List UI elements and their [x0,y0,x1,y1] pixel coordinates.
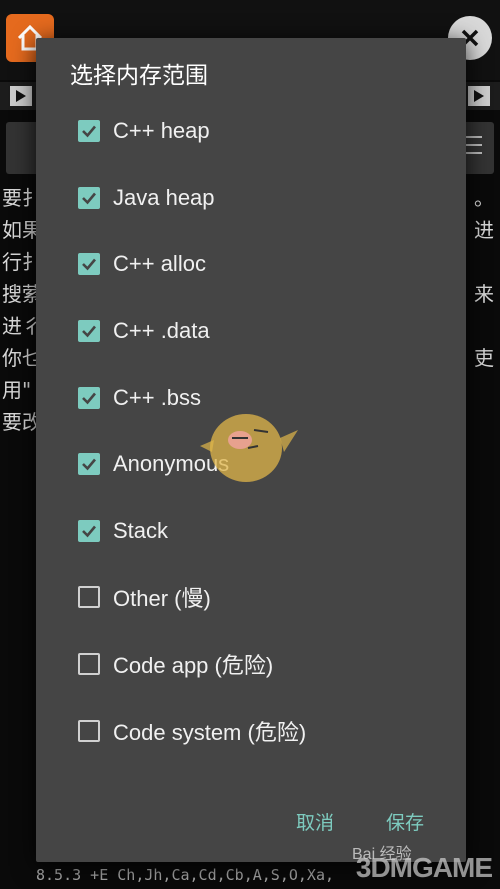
play-right-button[interactable] [468,86,490,106]
play-icon [474,90,484,102]
option-java-heap[interactable]: Java heap [36,165,466,232]
save-button[interactable]: 保存 [386,808,424,835]
checkbox-unchecked[interactable] [78,586,100,609]
check-icon [82,458,96,471]
checkbox-checked[interactable] [78,120,100,143]
3dm-watermark: 3DMGAME [355,852,493,883]
play-icon [16,90,26,102]
checkbox-checked[interactable] [78,386,100,409]
check-icon [82,525,96,538]
option-stack[interactable]: Stack [36,498,466,565]
option-label: Other (慢) [113,586,211,612]
mascot-watermark-icon [200,414,298,482]
checkbox-checked[interactable] [78,253,100,276]
version-status-line: 8.5.3 +E Ch,Jh,Ca,Cd,Cb,A,S,O,Xa, [36,866,335,884]
check-icon [82,259,96,271]
check-icon [82,392,96,405]
check-icon [82,192,96,205]
option-label: Code system (危险) [113,719,307,745]
cancel-button[interactable]: 取消 [296,808,334,835]
option-label: Code app (危险) [113,653,274,679]
checkbox-checked[interactable] [78,519,100,542]
dialog-title: 选择内存范围 [70,63,208,89]
option-label: C++ heap [113,118,210,144]
option-cpp-alloc[interactable]: C++ alloc [36,231,466,298]
checkbox-unchecked[interactable] [78,719,100,742]
play-left-button[interactable] [10,86,32,106]
option-other[interactable]: Other (慢) [36,564,466,631]
checkbox-checked[interactable] [78,453,100,476]
option-label: C++ alloc [113,251,206,277]
option-code-system[interactable]: Code system (危险) [36,697,466,764]
check-icon [82,125,96,138]
checkbox-checked[interactable] [78,320,100,343]
option-label: Java heap [113,184,215,210]
option-cpp-heap[interactable]: C++ heap [36,98,466,165]
option-label: C++ .bss [113,384,202,410]
option-code-app[interactable]: Code app (危险) [36,631,466,698]
option-label: Stack [113,517,169,543]
option-label: C++ .data [113,318,210,344]
checkbox-unchecked[interactable] [78,653,100,676]
checkbox-checked[interactable] [78,186,100,209]
check-icon [82,325,96,338]
option-cpp-data[interactable]: C++ .data [36,298,466,365]
